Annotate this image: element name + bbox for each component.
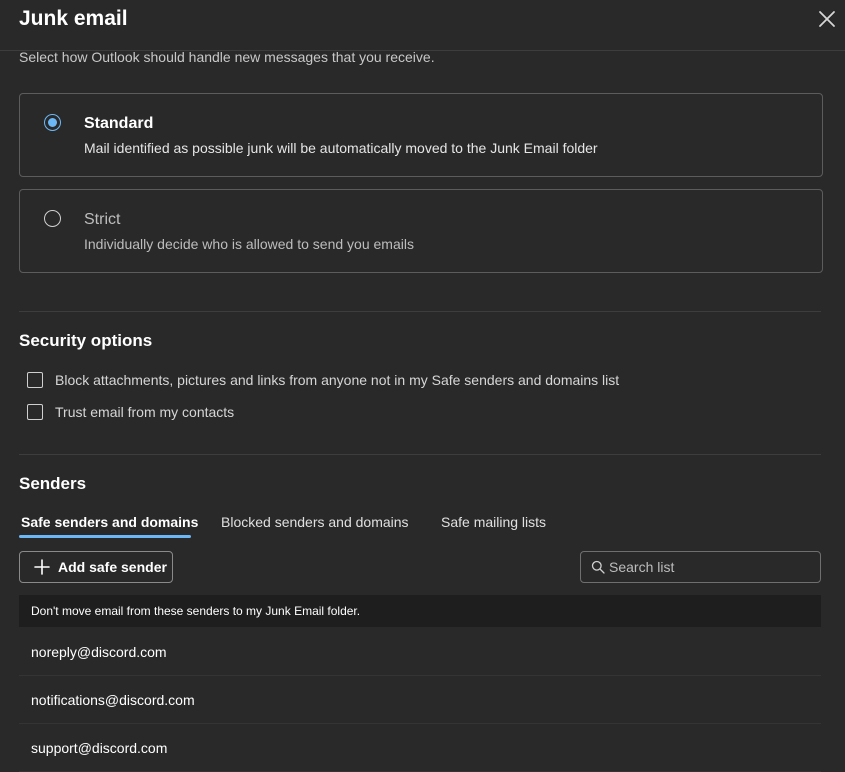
checkbox[interactable] xyxy=(27,372,43,388)
checkbox-label: Trust email from my contacts xyxy=(55,404,235,420)
security-options-title: Security options xyxy=(19,331,153,350)
search-icon xyxy=(591,560,605,574)
option-standard-description: Mail identified as possible junk will be… xyxy=(84,140,598,156)
option-standard[interactable]: Standard Mail identified as possible jun… xyxy=(19,93,823,177)
search-input[interactable] xyxy=(609,556,814,578)
active-tab-indicator xyxy=(19,535,191,538)
dialog-header: Junk email xyxy=(0,0,845,51)
divider xyxy=(19,454,821,455)
option-standard-label: Standard xyxy=(84,115,154,132)
list-item[interactable]: notifications@discord.com xyxy=(19,676,821,724)
add-safe-sender-button[interactable]: Add safe sender xyxy=(19,551,173,583)
list-item[interactable]: noreply@discord.com xyxy=(19,628,821,676)
plus-icon xyxy=(34,559,50,575)
tab-safe-mailing-lists[interactable]: Safe mailing lists xyxy=(441,514,546,540)
option-strict-description: Individually decide who is allowed to se… xyxy=(84,236,414,252)
list-header: Don't move email from these senders to m… xyxy=(19,595,821,627)
senders-title: Senders xyxy=(19,474,87,493)
close-icon xyxy=(819,11,835,27)
add-safe-sender-label: Add safe sender xyxy=(58,559,167,575)
list-item[interactable]: support@discord.com xyxy=(19,724,821,772)
dialog-title: Junk email xyxy=(19,7,128,30)
radio-standard[interactable] xyxy=(44,114,61,131)
search-box[interactable] xyxy=(580,551,821,583)
sender-address: support@discord.com xyxy=(31,740,168,756)
checkbox[interactable] xyxy=(27,404,43,420)
checkbox-label: Block attachments, pictures and links fr… xyxy=(55,372,620,388)
tab-blocked-senders[interactable]: Blocked senders and domains xyxy=(221,514,409,540)
close-button[interactable] xyxy=(814,6,840,32)
sender-address: noreply@discord.com xyxy=(31,644,167,660)
dialog-subtitle: Select how Outlook should handle new mes… xyxy=(19,49,435,65)
option-strict[interactable]: Strict Individually decide who is allowe… xyxy=(19,189,823,273)
list-header-text: Don't move email from these senders to m… xyxy=(31,604,361,618)
option-strict-label: Strict xyxy=(84,211,121,228)
radio-strict[interactable] xyxy=(44,210,61,227)
divider xyxy=(19,311,821,312)
sender-address: notifications@discord.com xyxy=(31,692,195,708)
